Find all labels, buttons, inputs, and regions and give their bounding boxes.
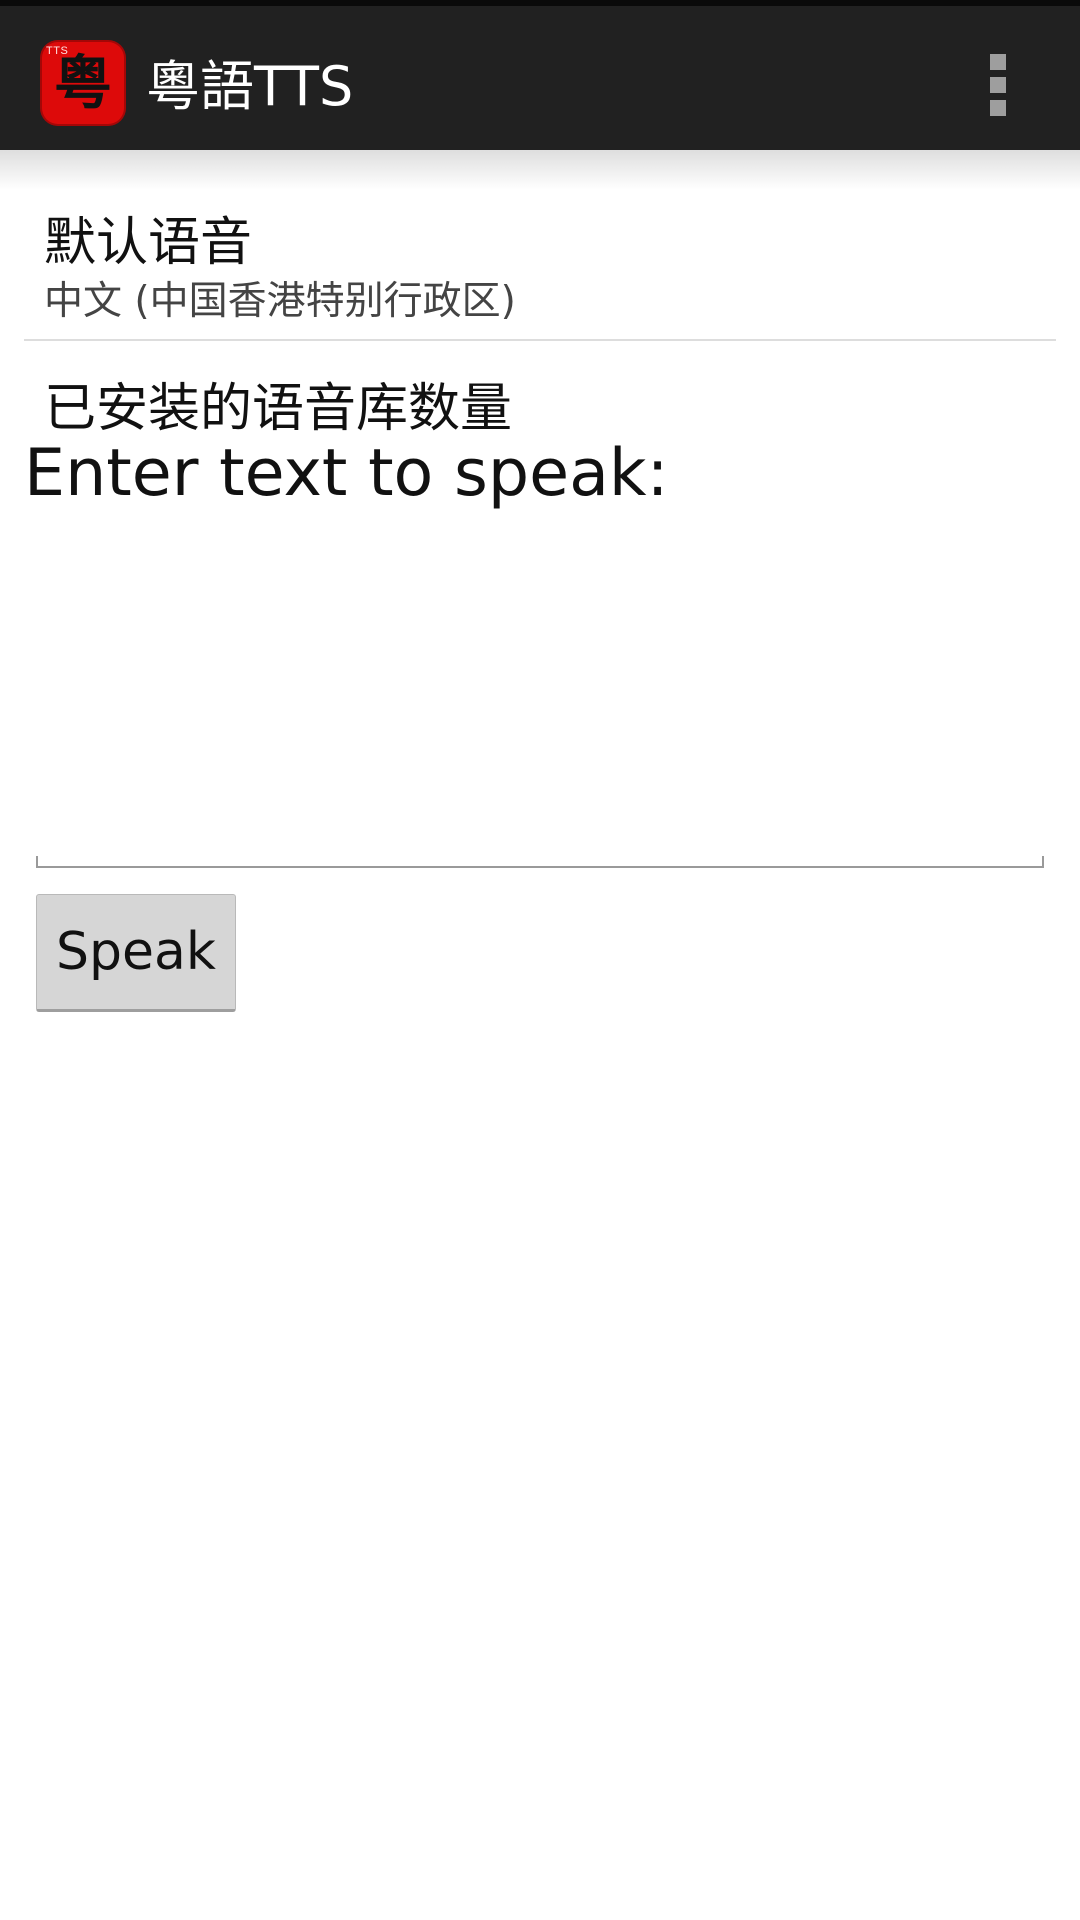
pref-divider (24, 339, 1056, 341)
overflow-menu-icon[interactable] (978, 50, 1018, 120)
pref-default-voice[interactable]: 默认语音 中文 (中国香港特别行政区) (24, 190, 1056, 338)
text-input-edge (36, 856, 38, 868)
speak-text-input[interactable] (36, 540, 1044, 868)
text-input-edge (1042, 856, 1044, 868)
app-title: 粵語TTS (146, 55, 354, 118)
app-logo-icon: TTS 粤 (40, 40, 126, 126)
speak-button[interactable]: Speak (36, 894, 236, 1012)
app-logo-glyph: 粤 (53, 49, 112, 117)
pref-installed-voice-count-title: 已安装的语音库数量 (44, 379, 513, 439)
speak-prompt-label: Enter text to speak: (24, 436, 669, 511)
pref-installed-voice-count[interactable]: 已安装的语音库数量 (24, 342, 1056, 439)
menu-dot (990, 54, 1006, 70)
app-bar: TTS 粤 粵語TTS (0, 6, 1080, 150)
menu-dot (990, 100, 1006, 116)
menu-dot (990, 77, 1006, 93)
tts-settings-screen: TTS 粤 粵語TTS 默认语音 中文 (中国香港特别行政区) 已安装的语音库数… (0, 0, 1080, 1920)
app-bar-shadow (0, 150, 1080, 190)
pref-default-voice-title: 默认语音 (44, 213, 253, 273)
pref-default-voice-summary: 中文 (中国香港特别行政区) (44, 279, 516, 324)
